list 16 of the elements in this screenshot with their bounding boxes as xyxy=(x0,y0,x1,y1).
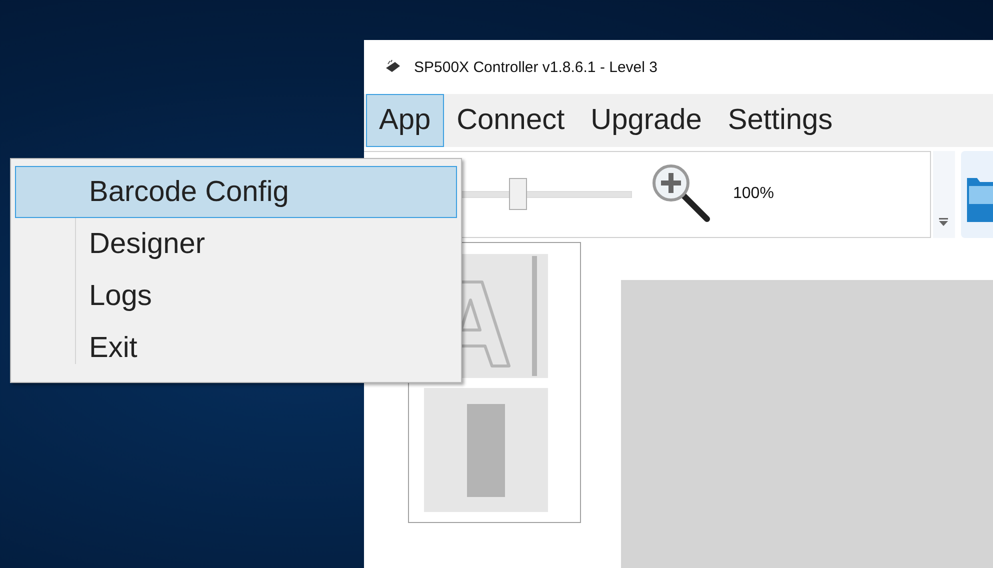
bar-icon xyxy=(467,404,505,496)
overflow-button[interactable] xyxy=(933,150,955,238)
rectangle-tool-tile[interactable] xyxy=(424,388,548,512)
open-button[interactable] xyxy=(960,150,993,238)
slider-thumb[interactable] xyxy=(509,178,527,210)
window-title: SP500X Controller v1.8.6.1 - Level 3 xyxy=(414,58,658,76)
dropdown-item[interactable]: Designer xyxy=(15,218,457,270)
menu-item[interactable]: App xyxy=(366,94,444,147)
menu-item[interactable]: Upgrade xyxy=(578,94,715,147)
dropdown-item[interactable]: Exit xyxy=(15,322,457,374)
dropdown-item[interactable]: Logs xyxy=(15,270,457,322)
menu-item[interactable]: Connect xyxy=(444,94,578,147)
menu-item[interactable]: Settings xyxy=(714,94,846,147)
zoom-reading: 100% xyxy=(733,185,774,204)
dropdown-icon xyxy=(939,218,948,226)
dropdown-item[interactable]: Barcode Config xyxy=(15,166,457,218)
